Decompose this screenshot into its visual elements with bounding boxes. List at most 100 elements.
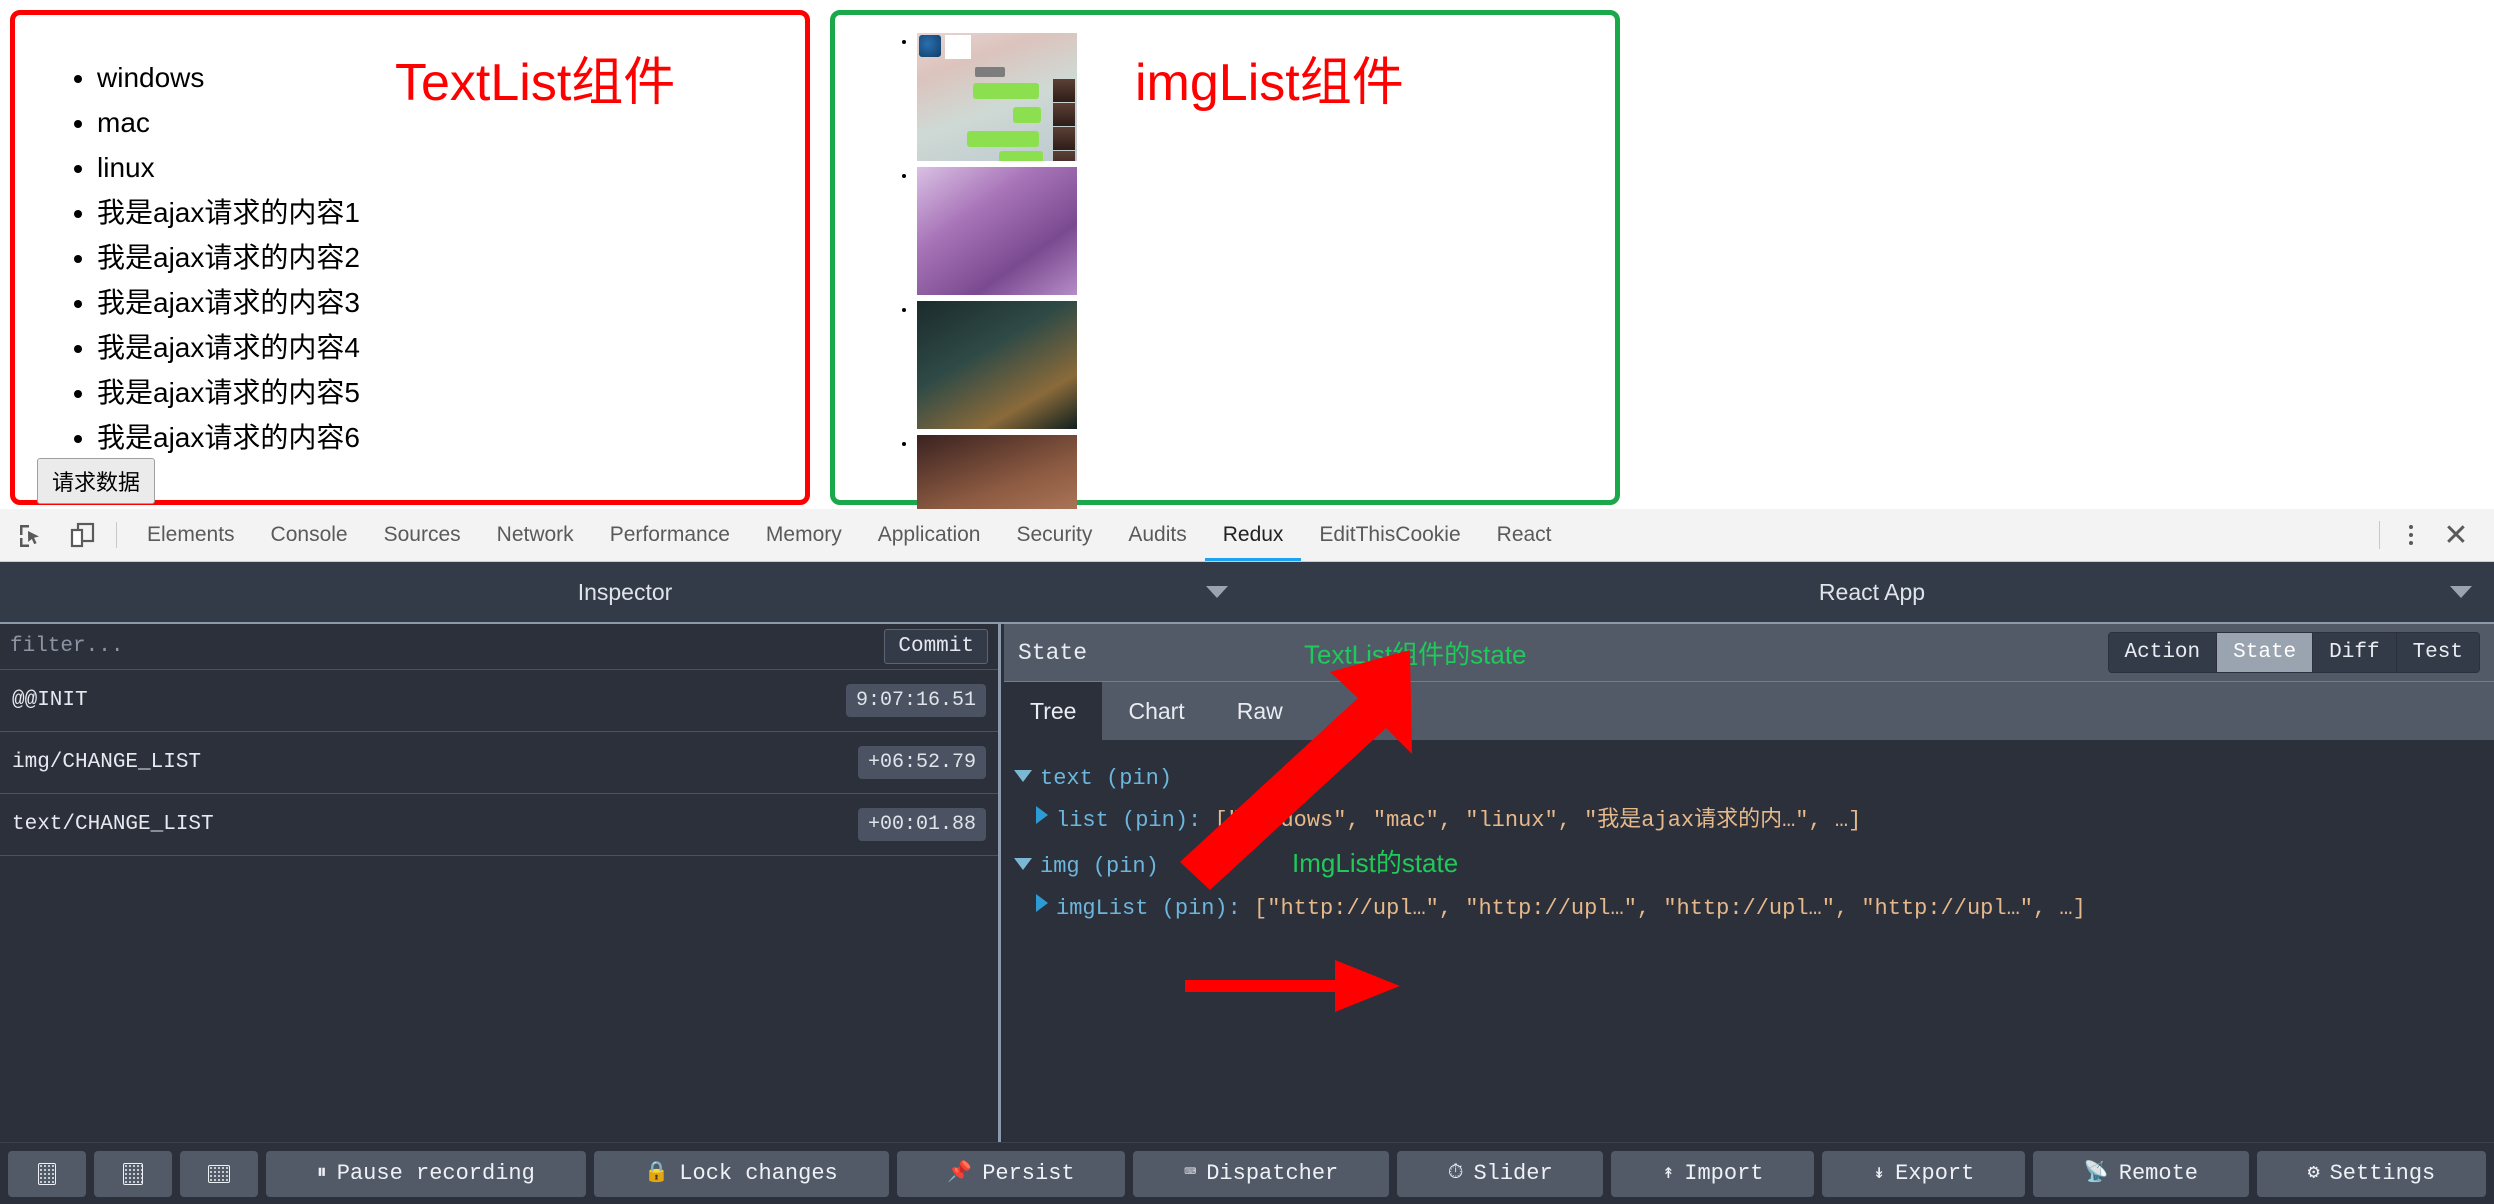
tree-node-text[interactable]: text (pin) bbox=[1014, 758, 2484, 800]
triangle-down-icon[interactable] bbox=[1014, 858, 1032, 870]
grid-medium-button[interactable] bbox=[94, 1151, 172, 1197]
mode-diff-button[interactable]: Diff bbox=[2313, 633, 2396, 672]
list-item bbox=[917, 301, 1105, 429]
close-icon[interactable]: ✕ bbox=[2436, 515, 2476, 555]
tab-security[interactable]: Security bbox=[998, 509, 1110, 561]
list-item: 我是ajax请求的内容6 bbox=[97, 415, 360, 460]
grid-small-button[interactable] bbox=[8, 1151, 86, 1197]
tab-performance[interactable]: Performance bbox=[592, 509, 748, 561]
devtools-tabbar-right: ✕ bbox=[2365, 515, 2494, 555]
tab-console[interactable]: Console bbox=[253, 509, 366, 561]
grid-medium-icon bbox=[123, 1163, 143, 1185]
tab-sources[interactable]: Sources bbox=[366, 509, 479, 561]
lock-changes-button[interactable]: 🔒 Lock changes bbox=[594, 1151, 889, 1197]
tree-node-label: img (pin) bbox=[1040, 854, 1159, 879]
request-data-button[interactable]: 请求数据 bbox=[37, 458, 155, 504]
export-label: Export bbox=[1895, 1161, 1974, 1186]
dark-portrait-thumbnail bbox=[917, 301, 1077, 429]
settings-button[interactable]: ⚙ Settings bbox=[2257, 1151, 2486, 1197]
mode-action-button[interactable]: Action bbox=[2109, 633, 2218, 672]
tree-node-img-list[interactable]: imgList (pin): ["http://upl…", "http://u… bbox=[1014, 888, 2484, 930]
imglist-items bbox=[885, 33, 1105, 509]
list-item: windows bbox=[97, 55, 360, 100]
tree-node-text-list[interactable]: list (pin): ["windows", "mac", "linux", … bbox=[1014, 800, 2484, 842]
tree-child-value: ["windows", "mac", "linux", "我是ajax请求的内…… bbox=[1214, 808, 1861, 833]
textlist-annotation-title: TextList组件 bbox=[395, 57, 675, 109]
device-toolbar-icon[interactable] bbox=[60, 515, 104, 555]
tab-redux[interactable]: Redux bbox=[1205, 509, 1302, 561]
mode-state-button[interactable]: State bbox=[2217, 633, 2313, 672]
dispatcher-button[interactable]: ⌨ Dispatcher bbox=[1133, 1151, 1389, 1197]
tab-memory[interactable]: Memory bbox=[748, 509, 860, 561]
tab-application[interactable]: Application bbox=[860, 509, 999, 561]
pause-recording-button[interactable]: ⏸ Pause recording bbox=[266, 1151, 586, 1197]
purple-couple-thumbnail bbox=[917, 167, 1077, 295]
action-timestamp: +06:52.79 bbox=[858, 746, 986, 779]
chevron-down-icon bbox=[2450, 586, 2472, 598]
broadcast-icon: 📡 bbox=[2084, 1164, 2109, 1184]
instance-selector[interactable]: React App bbox=[1250, 562, 2494, 624]
imglist-component-panel: imgList组件 bbox=[830, 10, 1620, 505]
chevron-down-icon bbox=[1206, 586, 1228, 598]
tree-child-value: ["http://upl…", "http://upl…", "http://u… bbox=[1254, 896, 2086, 921]
list-item: 我是ajax请求的内容4 bbox=[97, 325, 360, 370]
instance-selector-label: React App bbox=[1250, 579, 2494, 606]
triangle-right-icon[interactable] bbox=[1036, 806, 1048, 824]
export-button[interactable]: ↡ Export bbox=[1822, 1151, 2025, 1197]
inspector-selector[interactable]: Inspector bbox=[0, 562, 1250, 624]
tab-tree[interactable]: Tree bbox=[1004, 682, 1102, 740]
action-name: text/CHANGE_LIST bbox=[12, 813, 858, 836]
slider-button[interactable]: ⏱ Slider bbox=[1397, 1151, 1603, 1197]
filter-input[interactable] bbox=[10, 635, 884, 658]
mode-test-button[interactable]: Test bbox=[2397, 633, 2479, 672]
list-item: 我是ajax请求的内容1 bbox=[97, 190, 360, 235]
textlist-items: windows mac linux 我是ajax请求的内容1 我是ajax请求的… bbox=[65, 55, 360, 460]
remote-button[interactable]: 📡 Remote bbox=[2033, 1151, 2249, 1197]
tab-audits[interactable]: Audits bbox=[1110, 509, 1204, 561]
lock-icon: 🔒 bbox=[644, 1164, 669, 1184]
state-label: State bbox=[1018, 640, 1087, 666]
inspect-element-icon[interactable] bbox=[8, 515, 52, 555]
slider-label: Slider bbox=[1473, 1161, 1552, 1186]
triangle-down-icon[interactable] bbox=[1014, 770, 1032, 782]
persist-button[interactable]: 📌 Persist bbox=[897, 1151, 1126, 1197]
tab-raw[interactable]: Raw bbox=[1211, 682, 1309, 740]
list-item bbox=[917, 33, 1105, 161]
download-icon: ↡ bbox=[1873, 1164, 1885, 1184]
tab-editthiscookie[interactable]: EditThisCookie bbox=[1301, 509, 1478, 561]
tab-chart[interactable]: Chart bbox=[1102, 682, 1210, 740]
action-row[interactable]: img/CHANGE_LIST +06:52.79 bbox=[0, 732, 998, 794]
divider bbox=[2379, 521, 2380, 549]
tree-child-key: list (pin): bbox=[1056, 808, 1201, 833]
import-button[interactable]: ↟ Import bbox=[1611, 1151, 1814, 1197]
grid-wide-icon bbox=[208, 1165, 230, 1183]
tree-node-img[interactable]: img (pin) ImgList的state bbox=[1014, 842, 2484, 888]
remote-label: Remote bbox=[2119, 1161, 2198, 1186]
persist-label: Persist bbox=[982, 1161, 1074, 1186]
kebab-menu-icon[interactable] bbox=[2394, 518, 2428, 552]
tab-elements[interactable]: Elements bbox=[129, 509, 253, 561]
triangle-right-icon[interactable] bbox=[1036, 894, 1048, 912]
devtools-tabbar: Elements Console Sources Network Perform… bbox=[0, 509, 2494, 562]
chat-screenshot-thumbnail bbox=[917, 33, 1077, 161]
imglist-state-annotation: ImgList的state bbox=[1292, 848, 1458, 878]
grid-wide-button[interactable] bbox=[180, 1151, 258, 1197]
action-row[interactable]: text/CHANGE_LIST +00:01.88 bbox=[0, 794, 998, 856]
lock-changes-label: Lock changes bbox=[679, 1161, 837, 1186]
tab-network[interactable]: Network bbox=[479, 509, 592, 561]
commit-button[interactable]: Commit bbox=[884, 629, 988, 664]
action-row[interactable]: @@INIT 9:07:16.51 bbox=[0, 670, 998, 732]
grid-small-icon bbox=[38, 1163, 56, 1185]
textlist-state-annotation: TextList组件的state bbox=[1304, 634, 1527, 671]
imglist-annotation-title: imgList组件 bbox=[1135, 57, 1404, 109]
state-bar: State TextList组件的state Action State Diff… bbox=[1004, 624, 2494, 682]
textlist-component-panel: TextList组件 windows mac linux 我是ajax请求的内容… bbox=[10, 10, 810, 505]
list-item bbox=[917, 167, 1105, 295]
action-name: @@INIT bbox=[12, 689, 846, 712]
pause-recording-label: Pause recording bbox=[337, 1161, 535, 1186]
tab-react[interactable]: React bbox=[1479, 509, 1570, 561]
divider bbox=[116, 522, 117, 548]
action-timestamp: +00:01.88 bbox=[858, 808, 986, 841]
action-name: img/CHANGE_LIST bbox=[12, 751, 858, 774]
list-item: 我是ajax请求的内容5 bbox=[97, 370, 360, 415]
